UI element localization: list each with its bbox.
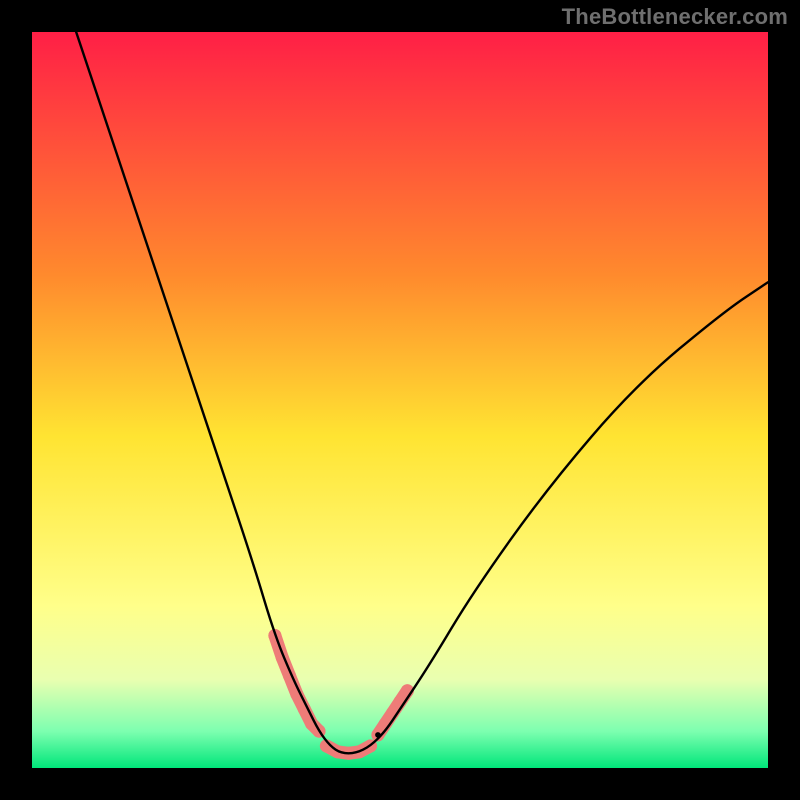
bottleneck-chart bbox=[32, 32, 768, 768]
attribution-label: TheBottlenecker.com bbox=[562, 4, 788, 30]
gradient-background bbox=[32, 32, 768, 768]
plot-area bbox=[32, 32, 768, 768]
selected-point-marker bbox=[375, 732, 381, 738]
chart-frame: TheBottlenecker.com bbox=[0, 0, 800, 800]
